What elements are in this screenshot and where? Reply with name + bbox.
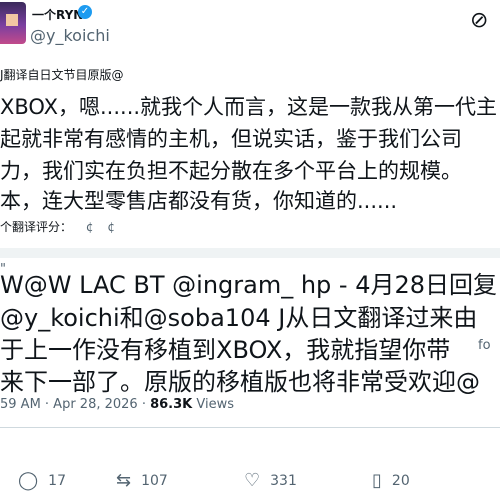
user-handle[interactable]: @y_koichi — [30, 26, 110, 45]
repost-button[interactable]: ⇆ 107 — [116, 470, 168, 491]
thumbs-up-icon[interactable]: ¢ — [86, 220, 94, 234]
post-meta: 59 AM · Apr 28, 2026 · 86.3K Views — [0, 397, 234, 412]
view-count: 86.3K — [150, 397, 193, 412]
section-divider — [0, 248, 500, 258]
divider — [0, 427, 500, 428]
reply-button[interactable]: ◯ 17 — [18, 470, 66, 491]
bookmark-icon: ▯ — [372, 470, 382, 491]
more-icon[interactable]: ⊘ — [470, 8, 488, 33]
bookmark-count: 20 — [391, 472, 410, 489]
heart-icon: ♡ — [244, 470, 261, 491]
translation-rating: 个翻译评分： ¢ ¢ — [0, 218, 115, 235]
like-count: 331 — [270, 472, 297, 489]
thumbs-down-icon[interactable]: ¢ — [107, 220, 115, 234]
views-label: Views — [192, 397, 235, 412]
quote-line: @y_koichi和@soba104 J从日文翻译过来由 — [0, 304, 478, 332]
quote-line: 于上一作没有移植到XBOX，我就指望你带 — [0, 336, 451, 364]
repost-icon: ⇆ — [116, 470, 132, 491]
repost-count: 107 — [141, 472, 168, 489]
reply-icon: ◯ — [18, 470, 39, 491]
display-name[interactable]: 一个RYN — [32, 6, 83, 23]
translation-tag: J翻译自日文节目原版@ — [0, 68, 124, 82]
bookmark-button[interactable]: ▯ 20 — [372, 470, 410, 491]
quote-line: W@W LAC BT @ingram_ hp - 4月28日回复 — [0, 271, 498, 299]
side-text: fo — [478, 338, 491, 353]
rate-label: 个翻译评分： — [0, 220, 73, 234]
like-button[interactable]: ♡ 331 — [244, 470, 297, 491]
tweet-line: XBOX，嗯......就我个人而言，这是一款我从第一代主 — [0, 95, 498, 119]
tweet-line: 本，连大型零售店都没有货，你知道的...... — [0, 189, 398, 213]
avatar[interactable] — [0, 2, 26, 44]
tweet-line: 力，我们实在负担不起分散在多个平台上的规模。 — [0, 159, 462, 183]
post-time[interactable]: 59 AM · Apr 28, 2026 · — [0, 397, 150, 412]
reply-count: 17 — [48, 472, 66, 489]
avatar-face — [6, 14, 18, 26]
verified-badge-icon: ✓ — [78, 5, 92, 19]
tweet-line: 起就非常有感情的主机，但说实话，鉴于我们公司 — [0, 127, 462, 151]
quote-line: 来下一部了。原版的移植版也将非常受欢迎@ — [0, 368, 480, 396]
